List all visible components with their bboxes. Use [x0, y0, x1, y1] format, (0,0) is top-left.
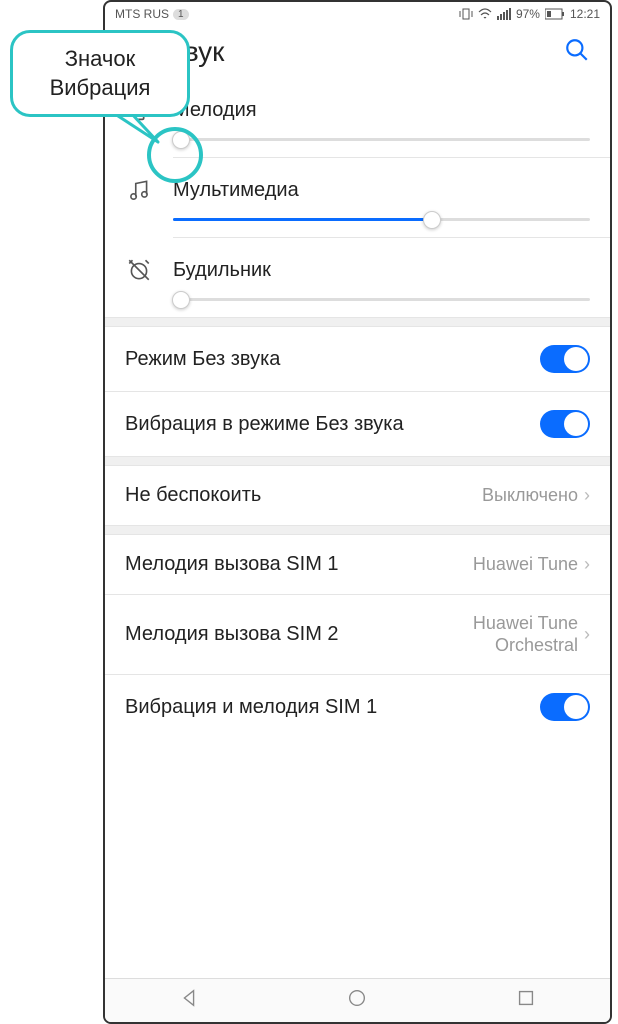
- carrier-label: MTS RUS: [115, 7, 169, 21]
- chevron-right-icon: ›: [584, 624, 590, 645]
- dnd-value: Выключено: [482, 485, 578, 507]
- vibrate-status-icon: [459, 8, 473, 20]
- alarm-off-icon: [125, 256, 153, 284]
- alarm-slider-row: Будильник: [105, 238, 610, 317]
- wifi-icon: [478, 8, 492, 20]
- media-slider[interactable]: [173, 218, 590, 221]
- nav-recent-icon[interactable]: [515, 987, 537, 1014]
- chevron-right-icon: ›: [584, 554, 590, 575]
- silent-mode-label: Режим Без звука: [125, 346, 540, 372]
- sim2-ringtone-row[interactable]: Мелодия вызова SIM 2 Huawei Tune Orchest…: [105, 595, 610, 674]
- silent-mode-toggle[interactable]: [540, 345, 590, 373]
- signal-icon: [497, 8, 511, 20]
- annotation-callout: Значок Вибрация: [10, 30, 190, 117]
- vibrate-silent-toggle[interactable]: [540, 410, 590, 438]
- nav-home-icon[interactable]: [346, 987, 368, 1014]
- status-bar: MTS RUS 1 97% 12:21: [105, 2, 610, 26]
- vibrate-sim1-row[interactable]: Вибрация и мелодия SIM 1: [105, 675, 610, 739]
- clock: 12:21: [570, 7, 600, 21]
- search-icon[interactable]: [564, 37, 590, 68]
- sim1-ringtone-label: Мелодия вызова SIM 1: [125, 553, 339, 576]
- nav-back-icon[interactable]: [178, 987, 200, 1014]
- music-icon: [125, 176, 153, 204]
- sim2-ringtone-label: Мелодия вызова SIM 2: [125, 623, 339, 646]
- vibrate-sim1-toggle[interactable]: [540, 693, 590, 721]
- sim2-ringtone-value: Huawei Tune Orchestral: [468, 613, 578, 656]
- ringtone-slider[interactable]: [173, 138, 590, 141]
- page-title: Звук: [167, 36, 564, 68]
- callout-line-1: Значок: [29, 45, 171, 74]
- alarm-slider[interactable]: [173, 298, 590, 301]
- system-nav-bar: [105, 978, 610, 1022]
- silent-mode-row[interactable]: Режим Без звука: [105, 327, 610, 391]
- sim1-ringtone-row[interactable]: Мелодия вызова SIM 1 Huawei Tune ›: [105, 535, 610, 594]
- vibrate-silent-row[interactable]: Вибрация в режиме Без звука: [105, 392, 610, 456]
- vibrate-silent-label: Вибрация в режиме Без звука: [125, 411, 540, 437]
- sim1-ringtone-value: Huawei Tune: [473, 554, 578, 576]
- dnd-label: Не беспокоить: [125, 484, 261, 507]
- callout-line-2: Вибрация: [29, 74, 171, 103]
- chevron-right-icon: ›: [584, 485, 590, 506]
- dnd-row[interactable]: Не беспокоить Выключено ›: [105, 466, 610, 525]
- vibrate-sim1-label: Вибрация и мелодия SIM 1: [125, 694, 540, 720]
- alarm-label: Будильник: [173, 259, 271, 282]
- media-label: Мультимедиа: [173, 179, 299, 202]
- callout-tail: [110, 112, 180, 152]
- battery-percent: 97%: [516, 7, 540, 21]
- sim-badge: 1: [173, 9, 189, 20]
- battery-icon: [545, 8, 565, 20]
